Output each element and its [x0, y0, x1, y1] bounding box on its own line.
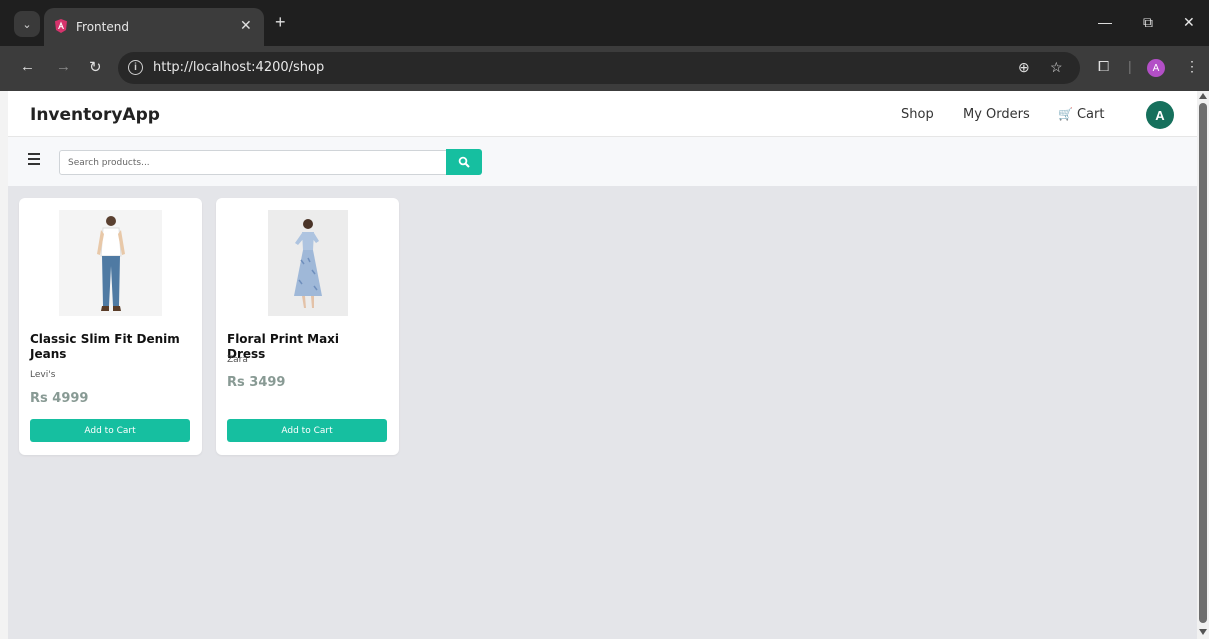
cart-label: Cart	[1076, 107, 1105, 122]
tab-close-icon[interactable]: ✕	[240, 17, 252, 34]
search-icon	[458, 156, 470, 168]
forward-icon[interactable]: →	[56, 58, 71, 75]
scrollbar-thumb[interactable]	[1199, 103, 1207, 623]
reload-icon[interactable]: ↻	[89, 58, 102, 76]
minimize-icon[interactable]: —	[1098, 14, 1112, 30]
product-image[interactable]	[268, 210, 348, 316]
close-window-icon[interactable]: ✕	[1183, 14, 1195, 31]
more-menu-icon[interactable]: ⋮	[1185, 58, 1199, 75]
add-to-cart-button[interactable]: Add to Cart	[227, 419, 387, 442]
back-icon[interactable]: ←	[20, 58, 35, 75]
extensions-icon[interactable]: ⧠	[1098, 58, 1109, 75]
add-to-cart-button[interactable]: Add to Cart	[30, 419, 190, 442]
app-brand[interactable]: InventoryApp	[30, 105, 160, 125]
tab-search-button[interactable]: ⌄	[14, 11, 40, 37]
angular-favicon-icon	[55, 19, 67, 33]
app-navbar: InventoryApp Shop My Orders 🛒 Cart A	[8, 91, 1197, 137]
profile-avatar[interactable]: A	[1147, 59, 1165, 77]
toolbar-divider: |	[1128, 58, 1132, 74]
search-toolbar	[8, 137, 1197, 186]
scroll-down-icon[interactable]	[1199, 629, 1207, 635]
cart-icon: 🛒	[1058, 107, 1073, 121]
product-brand: Zara	[227, 355, 248, 365]
bookmark-star-icon[interactable]: ☆	[1050, 59, 1063, 76]
browser-tab[interactable]: Frontend ✕	[44, 8, 264, 46]
site-info-icon[interactable]: i	[128, 60, 143, 75]
product-card: Classic Slim Fit Denim Jeans Levi's Rs 4…	[19, 198, 202, 455]
scroll-up-icon[interactable]	[1199, 93, 1207, 99]
product-brand: Levi's	[30, 370, 56, 380]
browser-window: ⌄ Frontend ✕ + — ⧉ ✕ ← → ↻ i http://loca…	[0, 0, 1209, 639]
web-page: InventoryApp Shop My Orders 🛒 Cart A Sea…	[8, 91, 1197, 639]
user-avatar[interactable]: A	[1146, 101, 1174, 129]
product-card: Floral Print Maxi Dress Zara Rs 3499 Add…	[216, 198, 399, 455]
nav-link-cart[interactable]: 🛒 Cart	[1058, 107, 1104, 122]
tab-strip: ⌄ Frontend ✕ + — ⧉ ✕	[0, 0, 1209, 46]
nav-link-shop[interactable]: Shop	[901, 107, 934, 122]
product-price: Rs 3499	[227, 375, 286, 390]
restore-icon[interactable]: ⧉	[1143, 14, 1153, 31]
zoom-icon[interactable]: ⊕	[1018, 59, 1030, 76]
new-tab-icon[interactable]: +	[275, 13, 286, 31]
tab-title: Frontend	[76, 20, 129, 34]
dress-model-image	[294, 219, 322, 308]
product-title[interactable]: Classic Slim Fit Denim Jeans	[30, 332, 180, 362]
page-scrollbar[interactable]	[1197, 91, 1209, 639]
search-input[interactable]	[59, 150, 447, 175]
jeans-model-image	[97, 216, 125, 311]
search-button[interactable]	[446, 149, 482, 175]
address-bar[interactable]: i http://localhost:4200/shop ⊕ ☆	[118, 52, 1080, 84]
nav-link-my-orders[interactable]: My Orders	[963, 107, 1030, 122]
product-price: Rs 4999	[30, 391, 89, 406]
product-title[interactable]: Floral Print Maxi Dress	[227, 332, 377, 362]
hamburger-menu-icon[interactable]	[28, 153, 40, 165]
browser-toolbar: ← → ↻ i http://localhost:4200/shop ⊕ ☆ ⧠…	[0, 46, 1209, 91]
url-text[interactable]: http://localhost:4200/shop	[153, 60, 324, 75]
product-image[interactable]	[59, 210, 162, 316]
